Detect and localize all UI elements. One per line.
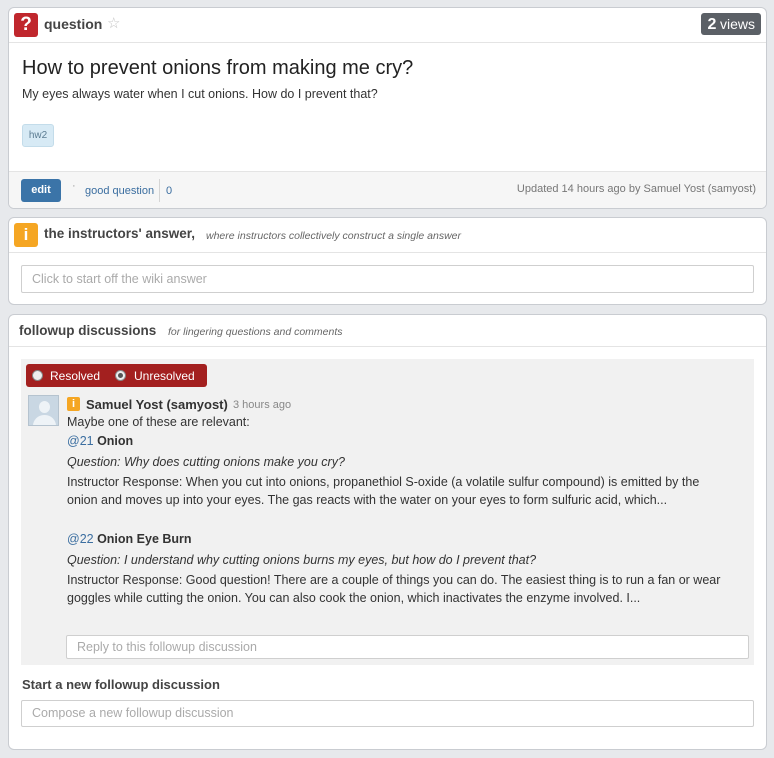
reply-input[interactable]: Reply to this followup discussion: [66, 635, 749, 659]
divider: [159, 179, 160, 202]
question-card: ? question ☆ 2 views How to prevent onio…: [8, 7, 767, 209]
ref-question: Question: I understand why cutting onion…: [67, 553, 537, 567]
ref-number[interactable]: @21: [67, 434, 94, 448]
followup-card: followup discussions for lingering quest…: [8, 314, 767, 750]
resolved-toggle: Resolved Unresolved: [26, 364, 207, 387]
ref-title[interactable]: Onion Eye Burn: [97, 532, 191, 546]
instructors-label: the instructors' answer,: [44, 226, 196, 241]
followup-sublabel: for lingering questions and comments: [168, 326, 343, 338]
resolved-radio[interactable]: [32, 370, 43, 381]
folder-tag[interactable]: hw2: [22, 124, 54, 147]
unresolved-radio[interactable]: [115, 370, 126, 381]
ref-question: Question: Why does cutting onions make y…: [67, 455, 345, 469]
edit-button[interactable]: edit: [21, 179, 61, 202]
separator-dot: ·: [72, 180, 76, 192]
avatar: [28, 395, 59, 426]
views-badge: 2 views: [701, 13, 761, 35]
instructors-header: i the instructors' answer, where instruc…: [9, 218, 766, 253]
post-intro: Maybe one of these are relevant:: [67, 415, 250, 429]
instructors-answer-card: i the instructors' answer, where instruc…: [8, 217, 767, 305]
ref-number[interactable]: @22: [67, 532, 94, 546]
compose-followup-input[interactable]: Compose a new followup discussion: [21, 700, 754, 727]
new-followup-label: Start a new followup discussion: [22, 677, 220, 692]
good-question-count: 0: [166, 185, 173, 197]
question-footer: edit · good question 0 Updated 14 hours …: [9, 171, 766, 208]
resolved-label[interactable]: Resolved: [50, 369, 100, 383]
wiki-answer-input[interactable]: Click to start off the wiki answer: [21, 265, 754, 293]
ref-response-line: goggles while cutting the onion. You can…: [67, 591, 641, 605]
ref-title[interactable]: Onion: [97, 434, 133, 448]
views-count: 2: [707, 16, 717, 33]
post-author: Samuel Yost (samyost): [86, 397, 228, 412]
ref-response-line: Instructor Response: Good question! Ther…: [67, 573, 721, 587]
views-label: views: [719, 16, 755, 32]
ref-item[interactable]: @21 Onion: [67, 432, 757, 451]
question-header: ? question ☆ 2 views: [9, 8, 766, 43]
question-title: How to prevent onions from making me cry…: [22, 57, 414, 79]
followup-label: followup discussions: [19, 323, 157, 338]
question-body: My eyes always water when I cut onions. …: [22, 87, 378, 101]
info-icon: i: [67, 397, 80, 411]
unresolved-label[interactable]: Unresolved: [134, 369, 195, 383]
ref-response-line: onion and moves up into your eyes. The g…: [67, 493, 668, 507]
question-icon: ?: [14, 13, 38, 37]
post-time: 3 hours ago: [233, 399, 292, 411]
followup-thread: Resolved Unresolved i Samuel Yost (samyo…: [21, 359, 754, 665]
question-label: question: [44, 16, 103, 32]
ref-item[interactable]: @22 Onion Eye Burn: [67, 530, 757, 549]
followup-header: followup discussions for lingering quest…: [9, 315, 766, 347]
good-question-link[interactable]: good question: [85, 185, 154, 197]
star-icon[interactable]: ☆: [107, 14, 120, 32]
ref-response-line: Instructor Response: When you cut into o…: [67, 475, 700, 489]
info-icon: i: [14, 223, 38, 247]
instructors-sublabel: where instructors collectively construct…: [206, 230, 462, 242]
updated-info: Updated 14 hours ago by Samuel Yost (sam…: [516, 183, 756, 195]
